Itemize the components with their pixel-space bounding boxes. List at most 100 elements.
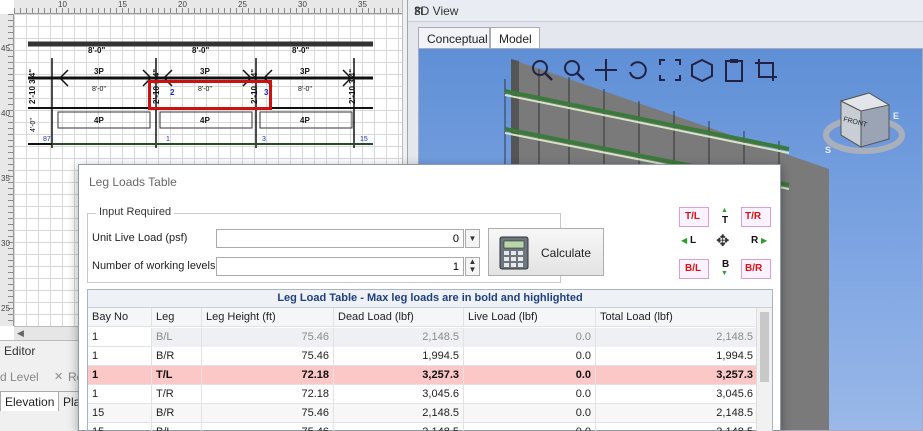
table-cell: B/R [152,347,202,366]
leg-bottom-left-button[interactable]: B/L [685,263,701,274]
bay-width-label: 8'-0" [292,46,310,55]
table-row[interactable]: 15 B/R 75.46 2,148.5 0.0 2,148.5 [88,404,758,423]
leg-number-label: 1 [166,136,170,143]
arrow-right-icon: ▶ [761,236,768,245]
table-row[interactable]: 1 T/R 72.18 3,045.6 0.0 3,045.6 [88,385,758,404]
crop-icon[interactable] [753,57,779,83]
ruler-left-label: 40 [1,109,10,118]
table-cell: 0.0 [464,347,596,366]
leg-right-button[interactable]: R [751,235,758,246]
inner-width-label: 8'-0" [92,86,106,93]
tab-conceptual[interactable]: Conceptual [418,27,490,49]
leg-load-table: Leg Load Table - Max leg loads are in bo… [87,289,773,431]
leg-left-button[interactable]: L [690,235,696,246]
dialog-titlebar[interactable]: Leg Loads Table [79,165,780,197]
ruler-top-label: 15 [118,0,127,9]
bay-width-label: 8'-0" [88,46,106,55]
editor-tabs: Elevation Plan [0,391,93,411]
table-cell: 2,148.5 [334,404,464,423]
table-cell: 1,994.5 [596,347,758,366]
table-cell: 1 [88,328,152,347]
ruler-top-label: 20 [178,0,187,9]
leg-number-label: 15 [360,136,368,143]
table-cell: 0.0 [464,366,596,385]
move-icon[interactable]: ✥ [716,231,729,251]
arrow-left-icon: ◀ [681,236,688,245]
table-cell: 3,257.3 [596,366,758,385]
view-cube-icon[interactable] [689,57,715,83]
table-row[interactable]: 15 B/L 75.46 2,148.5 0.0 2,148.5 [88,423,758,431]
level-4p-label: 4P [300,116,310,125]
ruler-top-label: 35 [358,0,367,9]
rotate-icon[interactable] [625,57,651,83]
side-height-label: 4'-0" [30,118,37,132]
table-caption: Leg Load Table - Max leg loads are in bo… [88,290,772,308]
leg-bottom-button[interactable]: B [722,259,729,270]
table-row[interactable]: 1 B/R 75.46 1,994.5 0.0 1,994.5 [88,347,758,366]
stepper-down-icon[interactable]: ▼ [466,266,479,274]
tab-model[interactable]: Model [490,27,540,49]
unit-live-load-input[interactable] [216,229,464,248]
zoom-icon[interactable] [561,57,587,83]
table-cell: 2,148.5 [596,404,758,423]
table-cell: 72.18 [202,385,334,404]
ruler-left-label: 30 [1,239,10,248]
ruler-top-label: 10 [58,0,67,9]
table-cell: 75.46 [202,404,334,423]
pan-icon[interactable] [593,57,619,83]
table-cell: B/L [152,328,202,347]
ruler-left-label: 45 [1,44,10,53]
table-cell: 3,045.6 [596,385,758,404]
column-header[interactable]: Bay No [88,308,152,327]
table-cell: 2,148.5 [334,328,464,347]
working-levels-stepper[interactable]: ▲ ▼ [465,257,480,276]
column-header[interactable]: Dead Load (lbf) [334,308,464,327]
leg-number-label: 3 [262,136,266,143]
scrollbar-thumb[interactable] [760,312,769,382]
working-levels-input[interactable] [216,257,464,276]
working-levels-label: Number of working levels [92,260,216,272]
chevron-down-icon[interactable]: ▼ [466,230,479,243]
tab-elevation[interactable]: Elevation [0,391,60,411]
ruler-top-label: 25 [238,0,247,9]
scroll-left-icon[interactable]: ◀ [17,328,24,339]
clipboard-icon[interactable] [721,57,747,83]
column-header[interactable]: Total Load (lbf) [596,308,758,327]
table-cell: 72.18 [202,366,334,385]
level-3p-label: 3P [200,67,210,76]
calculate-button[interactable]: Calculate [488,228,604,276]
table-cell: 2,148.5 [596,423,758,431]
table-cell: 3,257.3 [334,366,464,385]
calculate-label: Calculate [541,246,592,260]
column-header[interactable]: Leg Height (ft) [202,308,334,327]
close-icon[interactable]: × [414,4,915,18]
table-cell: 0.0 [464,328,596,347]
leg-bottom-right-button[interactable]: B/R [745,263,762,274]
leg-top-button[interactable]: T [722,215,728,226]
leg-top-right-button[interactable]: T/R [745,211,761,222]
table-cell: B/R [152,404,202,423]
table-cell: T/R [152,385,202,404]
table-vertical-scrollbar[interactable] [756,308,772,431]
add-level-button[interactable]: d Level [0,370,39,384]
remove-icon[interactable]: ✕ [54,370,63,383]
leg-top-left-button[interactable]: T/L [685,211,700,222]
table-row[interactable]: 1 B/L 75.46 2,148.5 0.0 2,148.5 [88,328,758,347]
ruler-left-label: 35 [1,174,10,183]
inner-width-label: 8'-0" [298,86,312,93]
editor-toolbar: d Level ✕ Re [0,367,90,389]
table-row-highlighted[interactable]: 1 T/L 72.18 3,257.3 0.0 3,257.3 [88,366,758,385]
column-header[interactable]: Live Load (lbf) [464,308,596,327]
zoom-extents-icon[interactable] [657,57,683,83]
dialog-title: Leg Loads Table [89,175,177,189]
zoom-window-icon[interactable] [529,57,555,83]
top-ruler: 10 15 20 25 30 35 [14,0,402,14]
vertical-dimension-label: 2'-10 3/4" [348,68,357,104]
unit-live-load-dropdown[interactable]: ▼ [465,229,480,248]
table-cell: 1 [88,366,152,385]
table-cell: 0.0 [464,404,596,423]
selected-bay-highlight[interactable] [148,80,272,110]
column-header[interactable]: Leg [152,308,202,327]
table-cell: 1 [88,347,152,366]
table-cell: 0.0 [464,385,596,404]
